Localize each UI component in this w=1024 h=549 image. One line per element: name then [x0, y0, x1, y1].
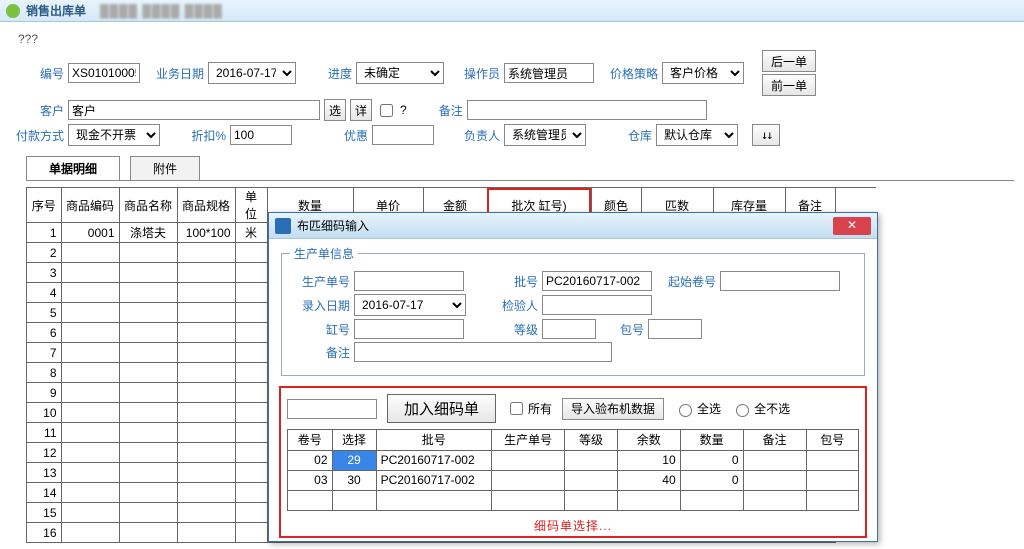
discount-label: 折扣% [182, 127, 226, 144]
progress-label: 进度 [308, 65, 352, 82]
modal-remark-input[interactable] [354, 342, 612, 362]
responsible-select[interactable]: 系统管理员 [504, 124, 586, 146]
modal-remark-label: 备注 [290, 344, 350, 361]
start-roll-label: 起始卷号 [656, 273, 716, 290]
close-icon[interactable]: ✕ [833, 217, 871, 235]
window-title: 销售出库单 [26, 2, 86, 19]
h-name: 商品名称 [119, 188, 177, 223]
prod-info-fieldset: 生产单信息 生产单号 批号 起始卷号 录入日期 2016-07-17 检验人 缸… [281, 245, 865, 376]
prev-doc-button[interactable]: 前一单 [762, 74, 816, 96]
inner-row[interactable]: 0330PC20160717-002400 [288, 470, 859, 490]
prod-no-label: 生产单号 [290, 273, 350, 290]
inner-header-row: 卷号 选择 批号 生产单号 等级 余数 数量 备注 包号 [288, 430, 859, 450]
batch-input[interactable] [542, 271, 652, 291]
tab-detail[interactable]: 单据明细 [26, 156, 120, 180]
annotated-section: 加入细码单 所有 导入验布机数据 全选 全不选 卷号 选择 批号 生产单号 [279, 386, 867, 538]
footer-hint: 细码单选择... [287, 517, 859, 534]
tab-attach[interactable]: 附件 [130, 156, 200, 180]
remark-label: 备注 [419, 102, 463, 119]
h-unit: 单位 [235, 188, 267, 223]
unknown-checkbox[interactable] [380, 104, 393, 117]
modal-icon [275, 218, 291, 234]
modal-titlebar[interactable]: 布匹细码输入 ✕ [269, 213, 877, 239]
inspector-label: 检验人 [494, 297, 538, 314]
pack-label: 包号 [600, 321, 644, 338]
modal-title-text: 布匹细码输入 [297, 217, 369, 234]
vat-label: 缸号 [290, 321, 350, 338]
select-none-radio[interactable]: 全不选 [731, 400, 790, 417]
pref-input[interactable] [372, 125, 434, 145]
q2: ? [400, 103, 407, 117]
question-marks: ??? [18, 32, 1006, 46]
pref-label: 优惠 [324, 127, 368, 144]
prod-info-legend: 生产单信息 [290, 245, 358, 262]
inspector-input[interactable] [542, 295, 652, 315]
import-data-button[interactable]: 导入验布机数据 [562, 398, 664, 420]
all-checkbox[interactable]: 所有 [506, 399, 552, 418]
titlebar: 销售出库单 ████ ████ ████ [0, 0, 1024, 22]
h-code: 商品编码 [61, 188, 119, 223]
blurred-text: ████ ████ ████ [100, 4, 223, 18]
pack-input[interactable] [648, 319, 702, 339]
tabs: 单据明细 附件 [26, 156, 1014, 181]
operator-label: 操作员 [456, 65, 500, 82]
detail-customer-button[interactable]: 详 [350, 99, 372, 121]
responsible-label: 负责人 [456, 127, 500, 144]
remark-input[interactable] [467, 100, 707, 120]
h-spec: 商品规格 [177, 188, 235, 223]
inner-row[interactable] [288, 490, 859, 510]
pay-mode-select[interactable]: 现金不开票 [68, 124, 160, 146]
add-detail-button[interactable]: 加入细码单 [387, 394, 496, 423]
operator-input[interactable] [504, 63, 594, 83]
h-idx: 序号 [27, 188, 61, 223]
grade-label: 等级 [494, 321, 538, 338]
prod-no-input[interactable] [354, 271, 464, 291]
biz-date-label: 业务日期 [144, 65, 204, 82]
start-roll-input[interactable] [720, 271, 840, 291]
batch-label: 批号 [494, 273, 538, 290]
app-icon [6, 4, 20, 18]
customer-input[interactable] [68, 100, 320, 120]
price-policy-select[interactable]: 客户价格 [662, 62, 744, 84]
next-doc-button[interactable]: 后一单 [762, 50, 816, 72]
entry-date-select[interactable]: 2016-07-17 [354, 294, 466, 316]
price-policy-label: 价格策略 [598, 65, 658, 82]
doc-no-input[interactable] [68, 63, 140, 83]
select-all-radio[interactable]: 全选 [674, 400, 721, 417]
customer-label: 客户 [20, 102, 64, 119]
biz-date-select[interactable]: 2016-07-17 [208, 62, 296, 84]
pick-customer-button[interactable]: 选 [324, 99, 346, 121]
doc-no-label: 编号 [20, 65, 64, 82]
vat-input[interactable] [354, 319, 464, 339]
warehouse-label: 仓库 [608, 127, 652, 144]
detail-code-modal: 布匹细码输入 ✕ 生产单信息 生产单号 批号 起始卷号 录入日期 2016-07… [268, 212, 878, 542]
entry-date-label: 录入日期 [290, 297, 350, 314]
expand-button[interactable]: ↓↓ [752, 124, 780, 146]
warehouse-select[interactable]: 默认仓库 [656, 124, 738, 146]
pay-mode-label: 付款方式 [8, 127, 64, 144]
grade-input[interactable] [542, 319, 596, 339]
discount-input[interactable] [230, 125, 292, 145]
filter-input[interactable] [287, 399, 377, 419]
inner-row[interactable]: 0229PC20160717-002100 [288, 450, 859, 470]
progress-select[interactable]: 未确定 [356, 62, 444, 84]
